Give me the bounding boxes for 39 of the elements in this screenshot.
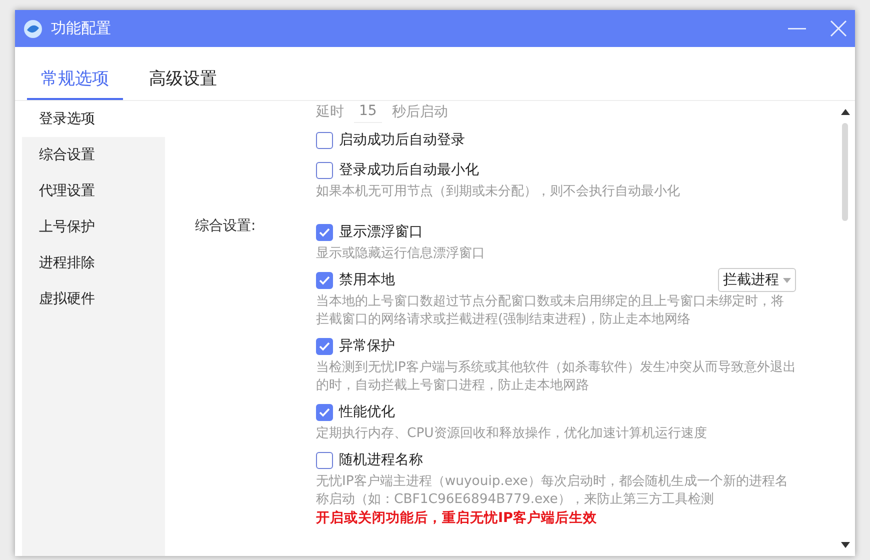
option-label: 登录成功后自动最小化 <box>339 160 479 180</box>
scroll-up-icon[interactable] <box>840 109 850 115</box>
option-label: 禁用本地 <box>339 270 395 290</box>
option-label: 随机进程名称 <box>339 450 423 470</box>
delay-value-field[interactable]: 15 <box>354 101 382 123</box>
delay-label: 延时 <box>316 102 344 122</box>
checkbox[interactable] <box>316 224 333 240</box>
checkmark-icon <box>319 408 330 416</box>
option-label: 性能优化 <box>339 402 395 422</box>
scroll-down-icon[interactable] <box>840 542 850 548</box>
checkmark-icon <box>319 276 330 284</box>
process-dropdown[interactable]: 拦截进程 <box>718 268 796 292</box>
checkmark-icon <box>319 342 330 350</box>
option-description: 如果本机无可用节点（到期或未分配），则不会执行自动最小化 <box>316 183 681 201</box>
checkbox[interactable] <box>316 338 333 354</box>
checkbox[interactable] <box>316 404 333 420</box>
sidebar-item[interactable]: 登录选项 <box>22 101 165 137</box>
checkbox[interactable] <box>316 272 333 288</box>
option-label: 启动成功后自动登录 <box>339 130 465 150</box>
option-description: 显示或隐藏运行信息漂浮窗口 <box>316 245 486 263</box>
warning-text: 开启或关闭功能后，重启无忧IP客户端后生效 <box>316 509 598 527</box>
option-label: 显示漂浮窗口 <box>339 222 423 242</box>
section-label: 综合设置: <box>195 217 257 236</box>
checkbox[interactable] <box>316 132 333 148</box>
caret-icon <box>783 278 791 282</box>
option-description: 定期执行内存、CPU资源回收和释放操作，优化加速计算机运行速度 <box>316 425 708 443</box>
tab[interactable]: 高级设置 <box>135 66 231 100</box>
delay-unit-label: 秒后启动 <box>392 102 448 122</box>
option-description: 当本地的上号窗口数超过节点分配窗口数或未启用绑定的且上号窗口未绑定时，将拦截窗口的网络请求或拦截进程(强制结束进程)，防止走本地网络 <box>316 293 785 329</box>
checkmark-icon <box>319 228 330 236</box>
option-label: 异常保护 <box>339 336 395 356</box>
close-icon[interactable] <box>830 20 847 37</box>
option-description: 当检测到无忧IP客户端与系统或其他软件（如杀毒软件）发生冲突从而导致意外退出的时，自动拦截上号窗口进程，防止走本地网路 <box>316 359 796 395</box>
checkbox[interactable] <box>316 162 333 178</box>
app-logo-icon <box>23 18 43 38</box>
minimize-icon[interactable] <box>788 28 806 30</box>
window-title: 功能配置 <box>51 18 111 40</box>
option-description: 无忧IP客户端主进程（wuyouip.exe）每次启动时，都会随机生成一个新的进程名称启动（如：CBF1C96E6894B779.exe），来防止第三方工具检测 <box>316 473 789 509</box>
checkbox[interactable] <box>316 452 333 468</box>
